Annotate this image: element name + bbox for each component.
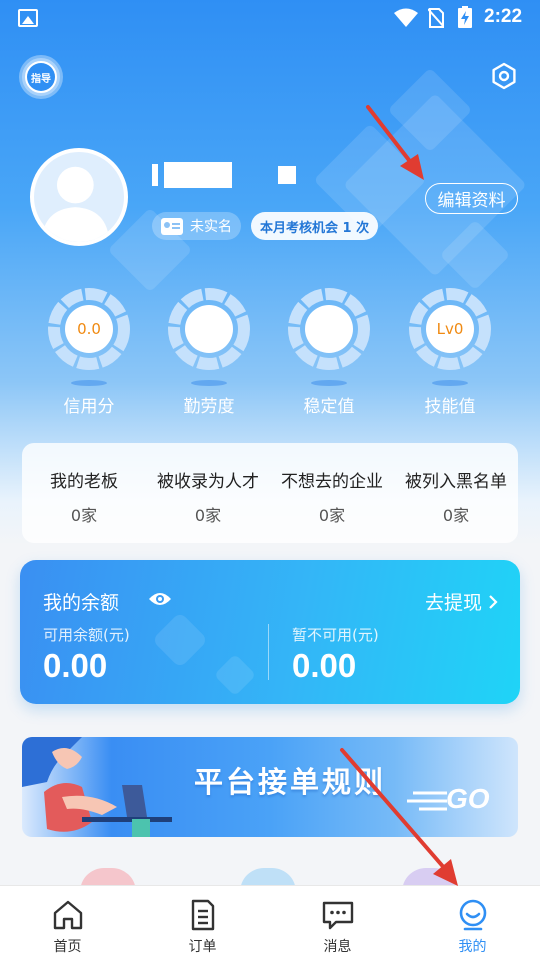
balance-title: 我的余额 bbox=[43, 592, 120, 614]
default-avatar-icon bbox=[41, 166, 110, 242]
username-redacted bbox=[152, 160, 296, 190]
speed-lines-icon bbox=[407, 791, 447, 811]
gauge-shadow bbox=[71, 380, 107, 386]
tab-orders[interactable]: 订单 bbox=[135, 886, 270, 960]
withdraw-label: 去提现 bbox=[424, 592, 482, 614]
relation-title: 被收录为人才 bbox=[157, 472, 259, 492]
available-balance: 可用余额(元) 0.00 bbox=[43, 624, 130, 685]
unavailable-balance: 暂不可用(元) 0.00 bbox=[292, 624, 379, 685]
available-label: 可用余额(元) bbox=[43, 626, 130, 644]
assessment-tag: 本月考核机会 1 次 bbox=[251, 212, 379, 240]
guide-button[interactable]: 指导 bbox=[22, 58, 60, 96]
settings-icon[interactable] bbox=[490, 62, 518, 90]
relation-title: 不想去的企业 bbox=[281, 472, 383, 492]
status-bar: 2:22 bbox=[0, 0, 540, 36]
eye-icon[interactable] bbox=[148, 590, 172, 608]
withdraw-link[interactable]: 去提现 bbox=[425, 588, 498, 615]
verification-tag[interactable]: 未实名 bbox=[152, 212, 241, 240]
gauge-value bbox=[305, 305, 353, 353]
relation-count: 0家 bbox=[194, 506, 222, 525]
wifi-icon bbox=[394, 8, 418, 27]
edit-profile-button[interactable]: 编辑资料 bbox=[425, 183, 518, 214]
gauge-label: 信用分 bbox=[63, 397, 115, 417]
relation-count: 0家 bbox=[318, 506, 346, 525]
guide-label: 指导 bbox=[27, 63, 55, 91]
profile-tags: 未实名 本月考核机会 1 次 bbox=[152, 212, 379, 240]
banner-title: 平台接单规则 bbox=[194, 765, 387, 799]
tab-home[interactable]: 首页 bbox=[0, 886, 135, 960]
gauge-shadow bbox=[191, 380, 227, 386]
relation-talent-pool[interactable]: 被收录为人才 0家 bbox=[146, 443, 270, 543]
relation-title: 被列入黑名单 bbox=[405, 472, 507, 492]
message-icon bbox=[322, 901, 353, 930]
clock: 2:22 bbox=[484, 6, 523, 27]
relation-title: 我的老板 bbox=[50, 472, 118, 492]
order-icon bbox=[191, 899, 214, 931]
tab-label: 消息 bbox=[323, 939, 352, 955]
home-icon bbox=[53, 900, 82, 930]
woman-at-laptop-illustration bbox=[22, 737, 172, 837]
relation-count: 0家 bbox=[70, 506, 98, 525]
relations-panel: 我的老板 0家 被收录为人才 0家 不想去的企业 0家 被列入黑名单 0家 bbox=[22, 443, 518, 543]
gauge-shadow bbox=[432, 380, 468, 386]
banner-go-text: GO bbox=[446, 783, 490, 814]
gauge-label: 稳定值 bbox=[303, 397, 355, 417]
redaction-block bbox=[152, 164, 158, 186]
gauge-label: 勤劳度 bbox=[183, 397, 235, 417]
no-sim-icon bbox=[428, 8, 444, 28]
tab-profile[interactable]: 我的 bbox=[405, 886, 540, 960]
profile-icon bbox=[459, 899, 486, 931]
unavailable-value: 0.00 bbox=[292, 647, 357, 684]
verification-status: 未实名 bbox=[190, 219, 232, 235]
gallery-notification-icon bbox=[18, 9, 38, 27]
order-rules-banner[interactable]: 平台接单规则 GO bbox=[22, 737, 518, 837]
avatar[interactable] bbox=[30, 148, 128, 246]
gauge-value: Lv0 bbox=[426, 305, 474, 353]
tab-label: 我的 bbox=[458, 939, 487, 955]
relation-count: 0家 bbox=[442, 506, 470, 525]
relation-unwanted-companies[interactable]: 不想去的企业 0家 bbox=[270, 443, 394, 543]
gauge-value: 0.0 bbox=[65, 305, 113, 353]
tab-label: 首页 bbox=[53, 939, 82, 955]
gauge-shadow bbox=[311, 380, 347, 386]
balance-card[interactable]: 我的余额 去提现 可用余额(元) 0.00 暂不可用(元) 0.00 bbox=[20, 560, 520, 704]
redaction-block bbox=[278, 166, 296, 184]
tab-messages[interactable]: 消息 bbox=[270, 886, 405, 960]
decor-diamonds bbox=[155, 615, 254, 694]
unavailable-label: 暂不可用(元) bbox=[292, 626, 379, 644]
relation-my-boss[interactable]: 我的老板 0家 bbox=[22, 443, 146, 543]
battery-charging-icon bbox=[458, 6, 472, 28]
tab-label: 订单 bbox=[188, 939, 217, 955]
balance-divider bbox=[268, 624, 269, 680]
bottom-tab-bar: 首页 订单 消息 我的 bbox=[0, 885, 540, 960]
available-value: 0.00 bbox=[43, 647, 108, 684]
assessment-text: 本月考核机会 1 次 bbox=[260, 220, 370, 236]
gauge-label: 技能值 bbox=[424, 397, 476, 417]
id-card-icon bbox=[161, 217, 183, 235]
relation-blacklisted[interactable]: 被列入黑名单 0家 bbox=[394, 443, 518, 543]
gauge-value bbox=[185, 305, 233, 353]
chevron-right-icon bbox=[489, 594, 498, 609]
redaction-block bbox=[164, 162, 232, 188]
